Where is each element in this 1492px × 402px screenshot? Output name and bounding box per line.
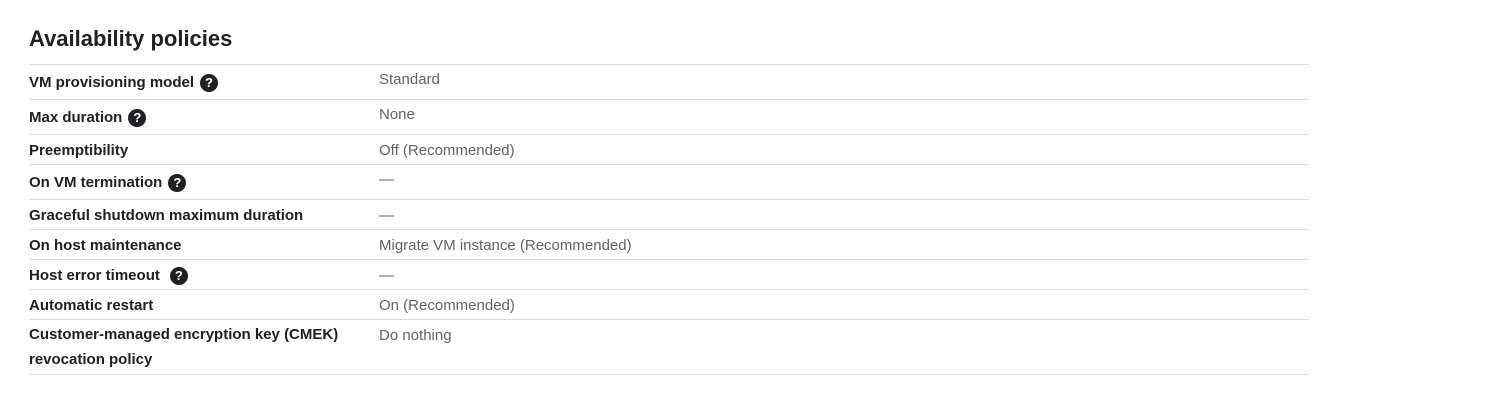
availability-policies-table: VM provisioning model ? Standard Max dur… bbox=[29, 64, 1309, 375]
row-label: On host maintenance bbox=[29, 237, 182, 254]
row-label: Host error timeout bbox=[29, 267, 160, 284]
row-label: VM provisioning model bbox=[29, 74, 195, 91]
row-automatic-restart: Automatic restart On (Recommended) bbox=[29, 290, 1309, 320]
row-cmek-revocation-policy: Customer-managed encryption key (CMEK) r… bbox=[29, 320, 1309, 375]
help-icon[interactable]: ? bbox=[128, 108, 147, 127]
row-value: Standard bbox=[379, 71, 440, 88]
row-value: — bbox=[379, 171, 394, 188]
row-value: Off (Recommended) bbox=[379, 142, 515, 159]
row-label-container: On VM termination ? bbox=[29, 170, 379, 195]
row-label-container: Max duration ? bbox=[29, 105, 379, 130]
row-label: Graceful shutdown maximum duration bbox=[29, 207, 304, 224]
row-label-line-2: revocation policy bbox=[29, 351, 153, 368]
row-label-container: Automatic restart bbox=[29, 293, 379, 318]
row-label: Preemptibility bbox=[29, 142, 129, 159]
row-label-container: VM provisioning model ? bbox=[29, 70, 379, 95]
row-max-duration: Max duration ? None bbox=[29, 100, 1309, 135]
row-label: Max duration bbox=[29, 109, 123, 126]
help-icon[interactable]: ? bbox=[169, 266, 188, 285]
row-vm-provisioning-model: VM provisioning model ? Standard bbox=[29, 65, 1309, 100]
availability-policies-section: Availability policies VM provisioning mo… bbox=[29, 24, 1309, 375]
help-icon[interactable]: ? bbox=[200, 73, 219, 92]
row-value: None bbox=[379, 106, 415, 123]
row-label-container: On host maintenance bbox=[29, 233, 379, 258]
row-label-line-1: Customer-managed encryption key (CMEK) bbox=[29, 326, 339, 343]
row-label-container: Host error timeout ? bbox=[29, 263, 379, 288]
row-graceful-shutdown-max-duration: Graceful shutdown maximum duration — bbox=[29, 200, 1309, 230]
row-label-container: Graceful shutdown maximum duration bbox=[29, 203, 379, 228]
row-host-error-timeout: Host error timeout ? — bbox=[29, 260, 1309, 290]
row-value: Do nothing bbox=[379, 327, 452, 344]
row-label-container: Customer-managed encryption key (CMEK) r… bbox=[29, 322, 379, 372]
row-value: — bbox=[379, 267, 394, 284]
row-value: On (Recommended) bbox=[379, 297, 515, 314]
row-value: Migrate VM instance (Recommended) bbox=[379, 237, 632, 254]
row-label-container: Preemptibility bbox=[29, 138, 379, 163]
row-value: — bbox=[379, 207, 394, 224]
row-on-host-maintenance: On host maintenance Migrate VM instance … bbox=[29, 230, 1309, 260]
help-icon[interactable]: ? bbox=[168, 173, 187, 192]
row-label: Automatic restart bbox=[29, 297, 154, 314]
row-label: On VM termination bbox=[29, 174, 163, 191]
row-preemptibility: Preemptibility Off (Recommended) bbox=[29, 135, 1309, 165]
row-on-vm-termination: On VM termination ? — bbox=[29, 165, 1309, 200]
section-title: Availability policies bbox=[29, 26, 233, 51]
